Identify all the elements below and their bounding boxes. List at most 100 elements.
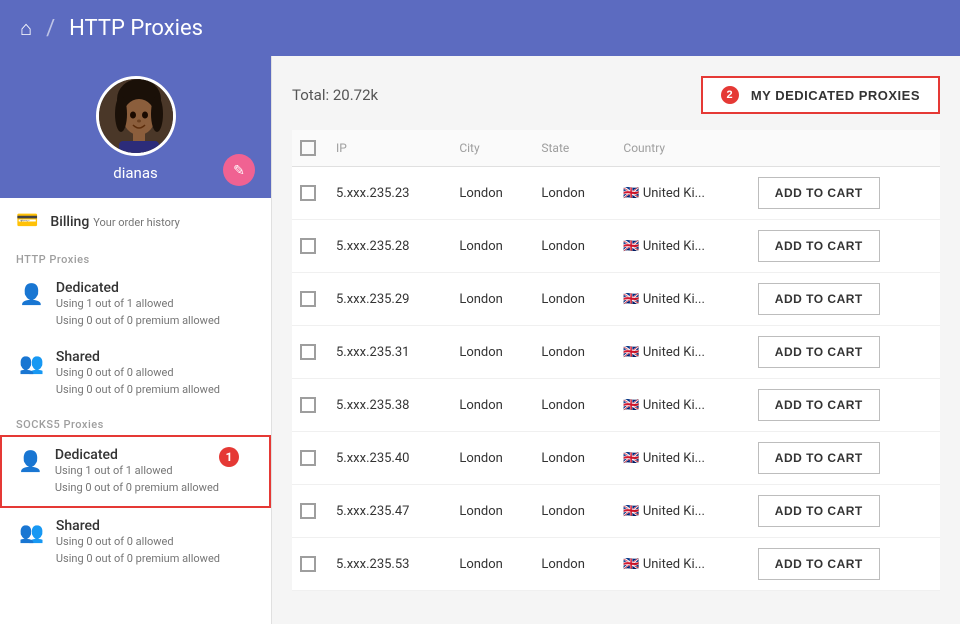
socks5-proxies-label: SOCKS5 Proxies [0,408,271,435]
add-to-cart-button-3[interactable]: ADD TO CART [758,336,880,368]
sidebar-item-socks5-dedicated[interactable]: 👤 Dedicated Using 1 out of 1 allowed Usi… [0,435,271,508]
row-state-6: London [533,485,615,538]
header-checkbox-cell [292,130,328,167]
sidebar: dianas ✎ 💳 Billing Your order history HT… [0,56,272,624]
header-country: Country [615,130,749,167]
row-action-6: ADD TO CART [750,485,940,538]
row-action-0: ADD TO CART [750,167,940,220]
proxy-table: IP City State Country 5.xxx.235.23 Londo… [292,130,940,591]
socks5-shared-line2: Using 0 out of 0 premium allowed [56,551,220,568]
row-checkbox-2[interactable] [300,291,316,307]
row-checkbox-6[interactable] [300,503,316,519]
table-row: 5.xxx.235.31 London London 🇬🇧 United Ki.… [292,326,940,379]
separator: / [46,16,55,41]
row-checkbox-cell [292,538,328,591]
table-row: 5.xxx.235.40 London London 🇬🇧 United Ki.… [292,432,940,485]
http-dedicated-line1: Using 1 out of 1 allowed [56,296,220,313]
sidebar-item-billing[interactable]: 💳 Billing Your order history [0,198,271,243]
top-bar: ⌂ / HTTP Proxies [0,0,960,56]
http-shared-line1: Using 0 out of 0 allowed [56,365,220,382]
row-action-5: ADD TO CART [750,432,940,485]
billing-content: Billing Your order history [50,211,179,230]
add-to-cart-button-7[interactable]: ADD TO CART [758,548,880,580]
sidebar-item-http-dedicated[interactable]: 👤 Dedicated Using 1 out of 1 allowed Usi… [0,270,271,339]
sidebar-item-socks5-shared[interactable]: 👥 Shared Using 0 out of 0 allowed Using … [0,508,271,577]
main-layout: dianas ✎ 💳 Billing Your order history HT… [0,56,960,624]
add-to-cart-button-6[interactable]: ADD TO CART [758,495,880,527]
edit-button[interactable]: ✎ [223,154,255,186]
add-to-cart-button-0[interactable]: ADD TO CART [758,177,880,209]
person-icon: 👤 [19,282,44,306]
row-city-1: London [451,220,533,273]
content-area: Total: 20.72k 2 MY DEDICATED PROXIES IP … [272,56,960,624]
user-section: dianas ✎ [0,56,271,198]
socks5-dedicated-title: Dedicated [55,447,219,463]
home-icon[interactable]: ⌂ [20,16,32,41]
socks5-shared-content: Shared Using 0 out of 0 allowed Using 0 … [56,518,220,567]
page-title: HTTP Proxies [69,16,203,41]
row-state-5: London [533,432,615,485]
select-all-checkbox[interactable] [300,140,316,156]
row-checkbox-cell [292,326,328,379]
row-country-2: 🇬🇧 United Ki... [615,273,749,326]
row-country-1: 🇬🇧 United Ki... [615,220,749,273]
summary-bar: Total: 20.72k 2 MY DEDICATED PROXIES [292,76,940,114]
add-to-cart-button-1[interactable]: ADD TO CART [758,230,880,262]
socks5-dedicated-line2: Using 0 out of 0 premium allowed [55,480,219,497]
row-checkbox-1[interactable] [300,238,316,254]
row-checkbox-4[interactable] [300,397,316,413]
sidebar-item-http-shared[interactable]: 👥 Shared Using 0 out of 0 allowed Using … [0,339,271,408]
row-state-7: London [533,538,615,591]
row-city-2: London [451,273,533,326]
row-city-5: London [451,432,533,485]
table-header-row: IP City State Country [292,130,940,167]
row-checkbox-3[interactable] [300,344,316,360]
row-ip-0: 5.xxx.235.23 [328,167,451,220]
row-checkbox-cell [292,220,328,273]
row-checkbox-7[interactable] [300,556,316,572]
row-checkbox-cell [292,379,328,432]
total-count: Total: 20.72k [292,86,378,104]
avatar [96,76,176,156]
header-ip: IP [328,130,451,167]
row-action-1: ADD TO CART [750,220,940,273]
row-checkbox-0[interactable] [300,185,316,201]
billing-title: Billing [50,214,89,230]
add-to-cart-button-5[interactable]: ADD TO CART [758,442,880,474]
header-city: City [451,130,533,167]
row-country-3: 🇬🇧 United Ki... [615,326,749,379]
row-ip-4: 5.xxx.235.38 [328,379,451,432]
row-checkbox-5[interactable] [300,450,316,466]
row-ip-7: 5.xxx.235.53 [328,538,451,591]
row-action-7: ADD TO CART [750,538,940,591]
http-proxies-label: HTTP Proxies [0,243,271,270]
row-checkbox-cell [292,432,328,485]
table-row: 5.xxx.235.47 London London 🇬🇧 United Ki.… [292,485,940,538]
add-to-cart-button-4[interactable]: ADD TO CART [758,389,880,421]
row-city-3: London [451,326,533,379]
header-state: State [533,130,615,167]
group-icon: 👥 [19,351,44,375]
http-shared-line2: Using 0 out of 0 premium allowed [56,382,220,399]
add-to-cart-button-2[interactable]: ADD TO CART [758,283,880,315]
row-city-4: London [451,379,533,432]
row-ip-6: 5.xxx.235.47 [328,485,451,538]
my-dedicated-proxies-button[interactable]: 2 MY DEDICATED PROXIES [701,76,940,114]
socks5-dedicated-content: Dedicated Using 1 out of 1 allowed Using… [55,447,219,496]
http-shared-title: Shared [56,349,220,365]
top-bar-title: ⌂ / HTTP Proxies [20,16,203,41]
billing-icon: 💳 [16,210,38,231]
socks5-shared-line1: Using 0 out of 0 allowed [56,534,220,551]
row-ip-5: 5.xxx.235.40 [328,432,451,485]
row-checkbox-cell [292,485,328,538]
row-ip-2: 5.xxx.235.29 [328,273,451,326]
row-country-4: 🇬🇧 United Ki... [615,379,749,432]
row-checkbox-cell [292,167,328,220]
row-country-6: 🇬🇧 United Ki... [615,485,749,538]
table-row: 5.xxx.235.29 London London 🇬🇧 United Ki.… [292,273,940,326]
http-dedicated-content: Dedicated Using 1 out of 1 allowed Using… [56,280,220,329]
row-ip-3: 5.xxx.235.31 [328,326,451,379]
socks5-dedicated-badge: 1 [219,447,239,467]
header-action [750,130,940,167]
row-state-4: London [533,379,615,432]
